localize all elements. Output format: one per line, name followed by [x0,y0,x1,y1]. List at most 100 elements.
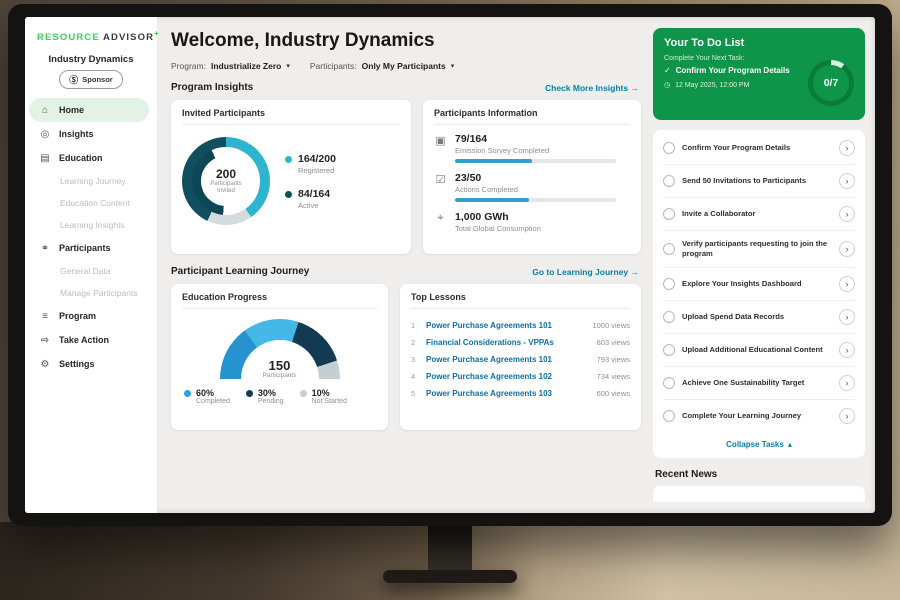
collapse-tasks-link[interactable]: Collapse Tasks ▴ [663,432,855,454]
info-row-emission-survey: ▣ 79/164 Emission Survey Completed [434,133,630,163]
task-checkbox[interactable] [663,142,675,154]
task-label: Explore Your Insights Dashboard [682,279,832,289]
chevron-right-icon[interactable]: › [839,173,855,189]
sidebar-item-label: Home [59,105,84,115]
task-row-explore-insights[interactable]: Explore Your Insights Dashboard › [663,268,855,301]
chevron-right-icon[interactable]: › [839,309,855,325]
invited-donut-chart: 200 Participants Invited [182,137,270,225]
task-row-achieve-target[interactable]: Achieve One Sustainability Target › [663,367,855,400]
bulb-icon: ◎ [39,129,51,140]
chevron-right-icon[interactable]: › [839,206,855,222]
learning-cards-row: Education Progress 150 Participants [171,284,641,430]
lesson-link[interactable]: Power Purchase Agreements 101 [426,321,585,330]
lesson-views: 600 views [597,389,630,398]
sidebar-item-participants[interactable]: ⚭ Participants [25,236,157,260]
participants-filter[interactable]: Participants: Only My Participants ▾ [310,61,454,71]
invited-legend: 164/200 Registered 84/164 Active [285,153,336,210]
lesson-row: 5 Power Purchase Agreements 103 600 view… [411,385,630,402]
task-row-confirm-program[interactable]: Confirm Your Program Details › [663,132,855,165]
people-icon: ⚭ [39,243,51,254]
lesson-link[interactable]: Power Purchase Agreements 103 [426,389,590,398]
todo-next-task-label: Confirm Your Program Details [676,66,790,75]
task-checkbox[interactable] [663,278,675,290]
legend-value: 30% [258,388,284,398]
legend-label: Not Started [312,398,347,405]
sidebar-item-insights[interactable]: ◎ Insights [25,122,157,146]
task-label: Confirm Your Program Details [682,143,832,153]
monitor-bezel: RESOURCE ADVISOR+ Industry Dynamics Ⓢ Sp… [8,4,892,526]
task-row-complete-learning-journey[interactable]: Complete Your Learning Journey › [663,400,855,432]
sidebar-item-settings[interactable]: ⚙ Settings [25,352,157,376]
sidebar-item-program[interactable]: ≡ Program [25,304,157,328]
legend-dot [184,390,191,397]
sidebar-item-learning-journey[interactable]: Learning Journey [25,170,157,192]
task-row-invite-collaborator[interactable]: Invite a Collaborator › [663,198,855,231]
lesson-row: 2 Financial Considerations - VPPAs 803 v… [411,334,630,351]
lesson-row: 4 Power Purchase Agreements 102 734 view… [411,368,630,385]
sidebar-item-education-content[interactable]: Education Content [25,192,157,214]
todo-next-task[interactable]: ✓ Confirm Your Program Details [664,66,802,75]
chevron-right-icon[interactable]: › [839,408,855,424]
chevron-right-icon[interactable]: › [839,241,855,257]
info-label: Total Global Consumption [455,224,630,233]
task-checkbox[interactable] [663,344,675,356]
program-filter-label: Program: [171,61,206,71]
task-checkbox[interactable] [663,243,675,255]
sponsor-badge[interactable]: Ⓢ Sponsor [59,70,122,89]
task-checkbox[interactable] [663,410,675,422]
task-row-upload-educational-content[interactable]: Upload Additional Educational Content › [663,334,855,367]
task-checkbox[interactable] [663,208,675,220]
task-row-send-invitations[interactable]: Send 50 Invitations to Participants › [663,165,855,198]
legend-value: 10% [312,388,347,398]
task-label: Upload Spend Data Records [682,312,832,322]
chevron-right-icon[interactable]: › [839,375,855,391]
task-checkbox[interactable] [663,377,675,389]
legend-value: 84/164 [298,188,330,200]
legend-dot [300,390,307,397]
task-checkbox[interactable] [663,311,675,323]
lesson-link[interactable]: Financial Considerations - VPPAs [426,338,590,347]
legend-label: Active [298,201,330,210]
lesson-link[interactable]: Power Purchase Agreements 101 [426,355,590,364]
task-label: Achieve One Sustainability Target [682,378,832,388]
chevron-right-icon[interactable]: › [839,140,855,156]
info-label: Actions Completed [455,185,630,194]
sidebar-item-general-data[interactable]: General Data [25,260,157,282]
invited-participants-card: Invited Participants 200 Participants In… [171,100,411,254]
program-filter-value: Industrialize Zero [211,61,281,71]
progress-bar [455,159,616,163]
education-legend: 60% Completed 30% Pending [182,388,347,405]
app-logo: RESOURCE ADVISOR+ [25,27,157,43]
task-checkbox[interactable] [663,175,675,187]
sidebar-item-take-action[interactable]: ⇨ Take Action [25,328,157,352]
lesson-link[interactable]: Power Purchase Agreements 102 [426,372,590,381]
todo-due-label: 12 May 2025, 12:00 PM [675,82,749,89]
sidebar-item-home[interactable]: ⌂ Home [29,98,149,122]
sidebar-item-manage-participants[interactable]: Manage Participants [25,282,157,304]
chevron-right-icon[interactable]: › [839,276,855,292]
monitor-stand-base [383,570,517,583]
sidebar-item-label: Participants [59,243,111,253]
screen: RESOURCE ADVISOR+ Industry Dynamics Ⓢ Sp… [25,17,875,513]
chevron-right-icon[interactable]: › [839,342,855,358]
gauge-center-label: Participants [220,372,340,379]
sidebar-item-education[interactable]: ▤ Education [25,146,157,170]
gauge-center-value: 150 [220,359,340,372]
info-label: Emission Survey Completed [455,146,630,155]
chevron-down-icon: ▾ [286,62,290,70]
legend-label: Pending [258,398,284,405]
arrow-action-icon: ⇨ [39,335,51,346]
todo-summary-card: Your To Do List Complete Your Next Task:… [653,28,865,120]
task-label: Invite a Collaborator [682,209,832,219]
task-row-verify-participants[interactable]: Verify participants requesting to join t… [663,231,855,268]
card-title: Participants Information [434,108,630,125]
program-filter[interactable]: Program: Industrialize Zero ▾ [171,61,290,71]
participants-filter-label: Participants: [310,61,357,71]
list-icon: ≡ [39,311,51,322]
go-to-learning-journey-link[interactable]: Go to Learning Journey → [532,267,639,277]
check-more-insights-link[interactable]: Check More Insights → [545,83,639,93]
task-row-upload-spend-data[interactable]: Upload Spend Data Records › [663,301,855,334]
learning-journey-header: Participant Learning Journey Go to Learn… [171,266,639,277]
sidebar-item-learning-insights[interactable]: Learning Insights [25,214,157,236]
home-icon: ⌂ [39,105,51,116]
